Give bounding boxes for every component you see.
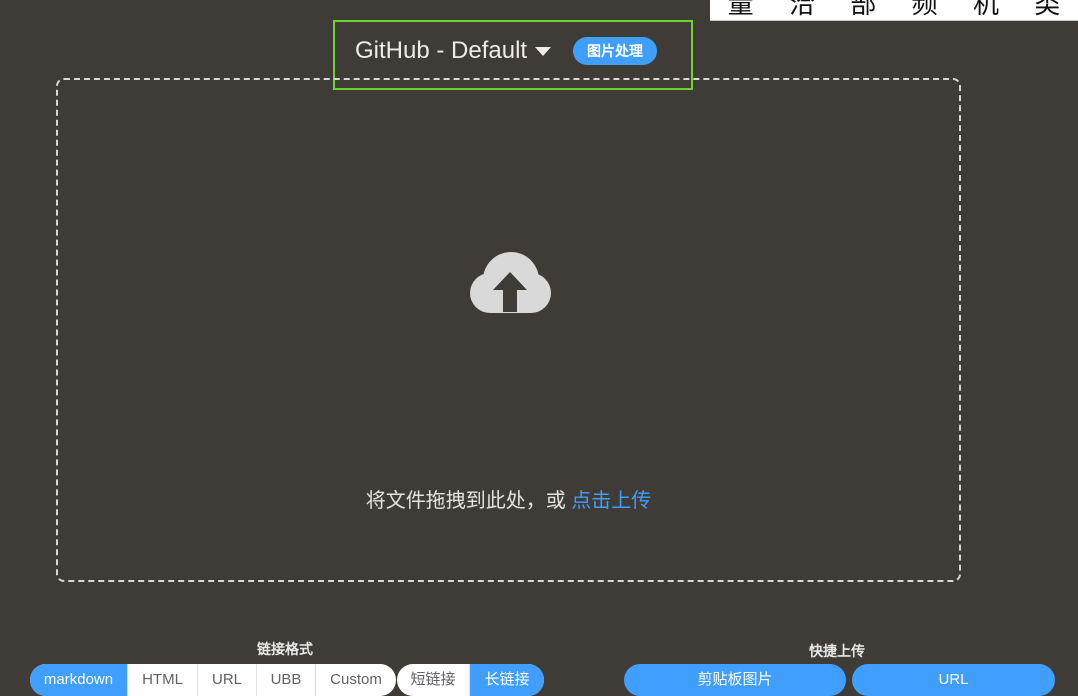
format-option-url[interactable]: URL [198, 664, 257, 696]
overlay-glyph: 部 [850, 0, 877, 20]
top-overlay-strip: 量 洽 部 频 机 类 [710, 0, 1078, 21]
drop-hint-text: 将文件拖拽到此处，或 [365, 490, 566, 512]
overlay-glyph: 类 [1034, 0, 1061, 20]
overlay-glyph: 频 [911, 0, 938, 20]
click-upload-link[interactable]: 点击上传 [571, 490, 651, 512]
caret-down-icon [535, 47, 552, 57]
link-length-group: 短链接 长链接 [397, 664, 544, 696]
overlay-glyph: 机 [972, 0, 999, 20]
quick-upload-title: 快捷上传 [809, 643, 865, 659]
upload-drop-zone[interactable]: 将文件拖拽到此处，或 点击上传 [56, 78, 961, 582]
overlay-glyph: 洽 [788, 0, 815, 20]
link-format-group: markdown HTML URL UBB Custom [30, 664, 396, 696]
format-option-html[interactable]: HTML [128, 664, 198, 696]
short-link-option[interactable]: 短链接 [397, 664, 470, 696]
format-option-markdown[interactable]: markdown [30, 664, 128, 696]
image-process-button[interactable]: 图片处理 [573, 37, 657, 65]
format-option-custom[interactable]: Custom [316, 664, 396, 696]
drop-hint: 将文件拖拽到此处，或 点击上传 [58, 484, 959, 513]
picbed-selector[interactable]: GitHub - Default [355, 37, 552, 65]
long-link-option[interactable]: 长链接 [470, 664, 544, 696]
url-upload-button[interactable]: URL [852, 664, 1055, 696]
cloud-upload-icon [470, 252, 551, 313]
link-format-title: 链接格式 [257, 641, 313, 657]
picbed-name-label: GitHub - Default [355, 37, 528, 64]
format-option-ubb[interactable]: UBB [257, 664, 316, 696]
overlay-glyph: 量 [727, 0, 754, 20]
clipboard-upload-button[interactable]: 剪贴板图片 [624, 664, 846, 696]
